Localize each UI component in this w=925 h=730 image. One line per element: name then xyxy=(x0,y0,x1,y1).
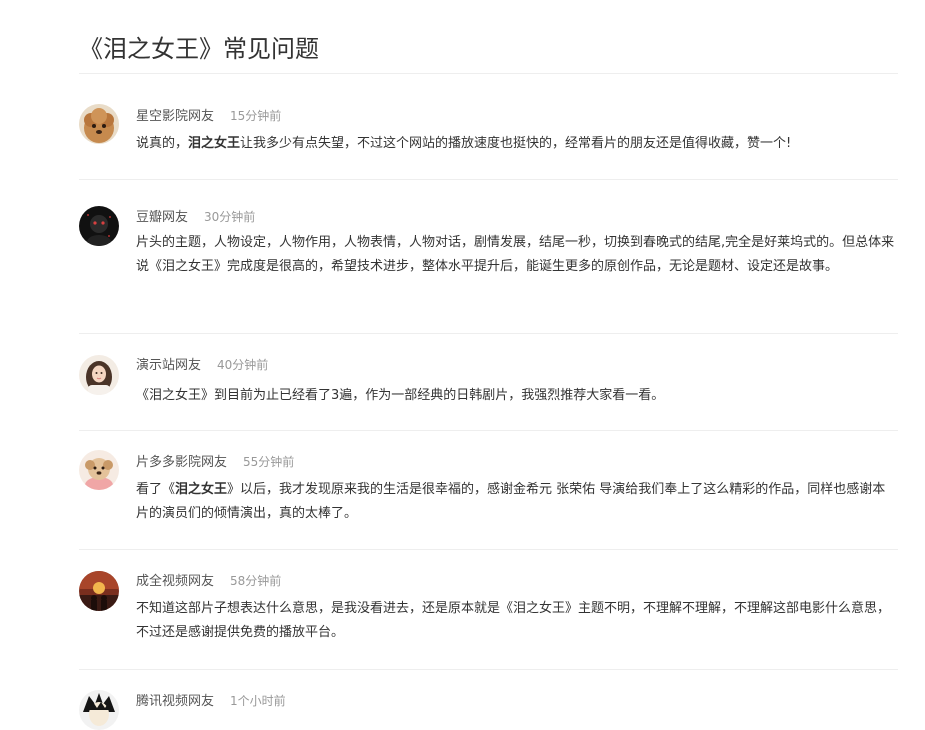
anime-boy-avatar-icon[interactable] xyxy=(79,690,119,730)
comment-text-part: 《泪之女王》到目前为止已经看了3遍，作为一部经典的日韩剧片，我强烈推荐大家看一看… xyxy=(136,388,665,403)
comment-time: 55分钟前 xyxy=(243,455,295,469)
page-title: 《泪之女王》常见问题 xyxy=(79,35,319,63)
sunset-silhouette-avatar-icon[interactable] xyxy=(79,571,119,611)
comment-time: 40分钟前 xyxy=(217,358,269,372)
comment-list: 星空影院网友 15分钟前 说真的，泪之女王让我多少有点失望，不过这个网站的播放速度… xyxy=(79,74,898,730)
comment-meta: 演示站网友 40分钟前 xyxy=(136,354,268,374)
poodle-avatar-icon[interactable] xyxy=(79,104,119,144)
dark-portrait-avatar-icon[interactable] xyxy=(79,206,119,246)
comment-meta: 星空影院网友 15分钟前 xyxy=(136,105,281,125)
comment-text: 不知道这部片子想表达什么意思，是我没看进去，还是原本就是《泪之女王》主题不明，不… xyxy=(136,597,898,645)
comment-meta: 片多多影院网友 55分钟前 xyxy=(136,451,294,471)
faq-page: 《泪之女王》常见问题 星空影院网友15分钟前 说真的，泪之女王让我多少有点失望 xyxy=(79,0,898,730)
comment-author[interactable]: 腾讯视频网友 xyxy=(136,694,214,709)
comment-time: 58分钟前 xyxy=(230,574,282,588)
movie-title-highlight: 泪之女王 xyxy=(175,482,228,497)
comment-text-part: 让我多少有点失望，不过这个网站的播放速度也挺快的，经常看片的朋友还是值得收藏，赞… xyxy=(240,136,792,151)
girl-portrait-avatar-icon[interactable] xyxy=(79,355,119,395)
comment-time: 30分钟前 xyxy=(204,210,256,224)
comment-meta: 成全视频网友 58分钟前 xyxy=(136,570,281,590)
comment-author[interactable]: 片多多影院网友 xyxy=(136,455,227,470)
comment-item: 腾讯视频网友 1个小时前 xyxy=(79,670,898,730)
comment-meta: 豆瓣网友 30分钟前 xyxy=(136,206,255,226)
comment-time: 15分钟前 xyxy=(230,109,282,123)
comment-text: 看了《泪之女王》以后，我才发现原来我的生活是很幸福的，感谢金希元 张荣佑 导演给… xyxy=(136,478,898,526)
comment-text-part: 不知道这部片子想表达什么意思，是我没看进去，还是原本就是《泪之女王》主题不明，不… xyxy=(136,601,891,640)
comment-author[interactable]: 豆瓣网友 xyxy=(136,210,188,225)
comment-author[interactable]: 星空影院网友 xyxy=(136,109,214,124)
comment-item: 成全视频网友 58分钟前 不知道这部片子想表达什么意思，是我没看进去，还是原本就是… xyxy=(79,550,898,670)
comment-text-part: 说真的， xyxy=(136,136,189,151)
comment-text: 片头的主题，人物设定，人物作用，人物表情，人物对话，剧情发展，结尾一秒，切换到春… xyxy=(136,231,898,279)
puppy-avatar-icon[interactable] xyxy=(79,450,119,490)
comment-text-part: 》以后，我才发现原来我的生活是很幸福的，感谢金希元 张荣佑 导演给我们奉上了这么… xyxy=(136,482,886,521)
comment-text-part: 片头的主题，人物设定，人物作用，人物表情，人物对话，剧情发展，结尾一秒，切换到春… xyxy=(136,235,895,274)
comment-meta: 腾讯视频网友 1个小时前 xyxy=(136,690,286,710)
comment-item: 片多多影院网友 55分钟前 看了《泪之女王》以后，我才发现原来我的生活是很幸福的，… xyxy=(79,431,898,550)
comment-author[interactable]: 成全视频网友 xyxy=(136,574,214,589)
comment-item: 演示站网友 40分钟前 《泪之女王》到目前为止已经看了3遍，作为一部经典的日韩剧片… xyxy=(79,334,898,431)
movie-title-highlight: 泪之女王 xyxy=(188,136,241,151)
comment-item: 豆瓣网友 30分钟前 片头的主题，人物设定，人物作用，人物表情，人物对话，剧情发展… xyxy=(79,180,898,334)
comment-item: 星空影院网友 15分钟前 说真的，泪之女王让我多少有点失望，不过这个网站的播放速度… xyxy=(79,74,898,180)
comment-text: 说真的，泪之女王让我多少有点失望，不过这个网站的播放速度也挺快的，经常看片的朋友… xyxy=(136,132,898,156)
comment-text: 《泪之女王》到目前为止已经看了3遍，作为一部经典的日韩剧片，我强烈推荐大家看一看… xyxy=(136,384,898,408)
comment-author[interactable]: 演示站网友 xyxy=(136,358,201,373)
comment-text-part: 看了《 xyxy=(136,482,176,497)
comment-time: 1个小时前 xyxy=(230,694,286,708)
